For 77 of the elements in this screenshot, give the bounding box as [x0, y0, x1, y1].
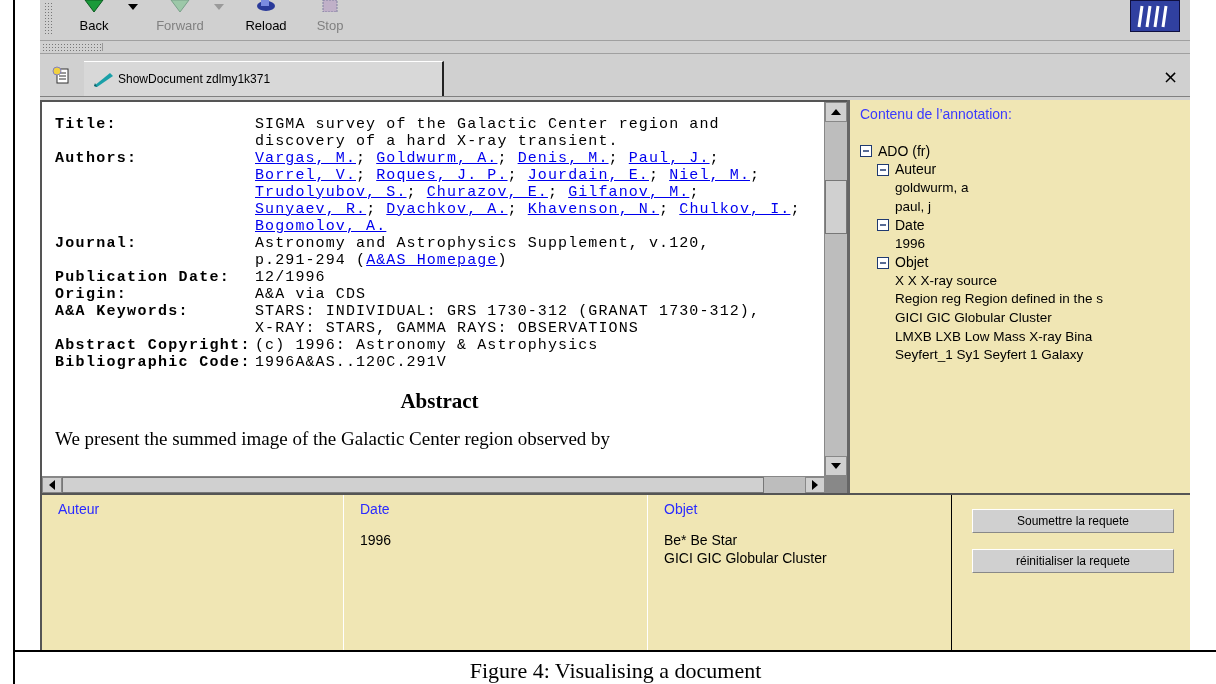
field-value: A&A via CDS	[255, 285, 368, 303]
collapse-icon[interactable]	[877, 256, 889, 269]
new-tab-icon[interactable]	[52, 65, 70, 84]
link[interactable]: Paul, J.	[628, 149, 710, 167]
column-heading: Objet	[664, 501, 699, 518]
collapse-icon[interactable]	[877, 219, 889, 232]
column-heading: Auteur	[58, 501, 101, 518]
tree-item[interactable]: X X X-ray source	[895, 271, 1190, 291]
link[interactable]: Churazov, E.	[426, 183, 548, 201]
field-label: Abstract Copyright:	[55, 336, 252, 354]
horizontal-scrollbar[interactable]	[42, 476, 847, 494]
field-value: STARS: INDIVIDUAL: GRS 1730-312 (GRANAT 1730-312), X-RAY: STARS, GAMMA RAYS: OBSERVATIONS	[255, 302, 762, 337]
link[interactable]: Khavenson, N.	[527, 200, 660, 218]
link[interactable]: Roques, J. P.	[376, 166, 508, 184]
field-value: Astronomy and Astrophysics Supplement, v.120, p.291-294 (A&AS Homepage)	[255, 234, 711, 269]
tree-item[interactable]: paul, j	[895, 197, 1190, 217]
tree-item[interactable]: ADO (fr)	[878, 141, 931, 161]
arrow-up-icon[interactable]	[831, 108, 841, 115]
link[interactable]: A&AS Homepage	[366, 251, 498, 269]
field-label: A&A Keywords:	[55, 302, 190, 322]
abstract-text: We present the summed image of the Galactic Center region observed by	[55, 427, 612, 450]
tree-item[interactable]: LMXB LXB Low Mass X-ray Bina	[895, 327, 1190, 347]
toolbar-button[interactable]: Reload	[234, 0, 298, 33]
scrollbar-corner	[825, 477, 847, 494]
field-label: Authors:	[55, 149, 139, 169]
vertical-scrollbar[interactable]	[824, 101, 847, 477]
toolbar-grip[interactable]	[42, 42, 103, 51]
criterion-value[interactable]: Be* Be Star	[664, 531, 951, 550]
scroll-thumb[interactable]	[62, 477, 764, 494]
tree-item[interactable]: Objet	[895, 253, 929, 272]
scroll-thumb[interactable]	[825, 179, 847, 234]
query-button[interactable]: Soumettre la requete	[972, 509, 1174, 534]
link[interactable]: Gilfanov, M.	[568, 183, 690, 201]
tree-item[interactable]: Region reg Region defined in the s	[895, 290, 1190, 310]
tree-item[interactable]: GICI GIC Globular Cluster	[895, 309, 1190, 328]
document-tab[interactable]: ShowDocument zdlmy1k371	[84, 60, 444, 96]
toolbar-button[interactable]: Back	[62, 0, 126, 33]
field-value: (c) 1996: Astronomy & Astrophysics	[255, 336, 600, 354]
link[interactable]: Trudolyubov, S.	[255, 183, 407, 201]
link[interactable]: Borrel, V.	[255, 166, 356, 184]
field-value: Vargas, M.; Goldwurm, A.; Denis, M.; Paul, J.; Borrel, V.; Roques, J. P.; Jourdain, E.; Niel, M.; Trudolyubov, S.; Churazov, E.; Gilfanov, M.; Sunyaev, R.; Dyachkov, A.; Khavenson, N.; Chulkov, I.; Bogomolov, A.	[255, 149, 802, 235]
field-label: Journal:	[55, 234, 139, 254]
link[interactable]: Bogomolov, A.	[255, 217, 387, 235]
link[interactable]: Niel, M.	[669, 166, 750, 184]
tree-item[interactable]: 1996	[895, 234, 1190, 254]
tree-item[interactable]: goldwurm, a	[895, 178, 1190, 198]
criterion-value[interactable]: GICI GIC Globular Cluster	[664, 549, 951, 568]
field-value: 12/1996	[255, 268, 327, 286]
tree-item[interactable]: Seyfert_1 Sy1 Seyfert 1 Galaxy	[895, 346, 1190, 365]
field-label: Title:	[55, 115, 118, 135]
tree-item[interactable]: Date	[895, 216, 925, 235]
link[interactable]: Sunyaev, R.	[255, 200, 367, 218]
arrow-down-icon[interactable]	[831, 463, 841, 470]
pencil-icon	[92, 70, 114, 87]
link[interactable]: Dyachkov, A.	[386, 200, 508, 218]
annotation-heading: Contenu de l’annotation:	[860, 105, 1013, 122]
collapse-icon[interactable]	[877, 163, 889, 176]
link[interactable]: Denis, M.	[517, 149, 609, 167]
caret-icon[interactable]	[128, 4, 138, 10]
field-label: Publication Date:	[55, 268, 232, 286]
close-button[interactable]: ×	[1156, 64, 1184, 88]
link[interactable]: Vargas, M.	[255, 149, 356, 167]
collapse-icon[interactable]	[860, 145, 872, 157]
column-heading: Date	[360, 501, 391, 518]
field-label: Bibliographic Code:	[55, 353, 252, 371]
link[interactable]: Jourdain, E.	[527, 166, 649, 184]
logo-icon	[1130, 0, 1180, 32]
link[interactable]: Chulkov, I.	[679, 200, 791, 218]
figure-caption: Figure 4: Visualising a document	[469, 658, 762, 684]
criterion-value[interactable]: 1996	[360, 531, 647, 550]
field-label: Origin:	[55, 285, 129, 303]
abstract-heading: Abstract	[399, 388, 480, 414]
query-button[interactable]: réinitialiser la requete	[972, 549, 1174, 574]
field-value: 1996A&AS..120C.291V	[255, 353, 448, 371]
link[interactable]: Goldwurm, A.	[376, 149, 498, 167]
field-value: SIGMA survey of the Galactic Center region and discovery of a hard X-ray transient.	[255, 115, 721, 150]
tree-item[interactable]: Auteur	[895, 160, 937, 179]
